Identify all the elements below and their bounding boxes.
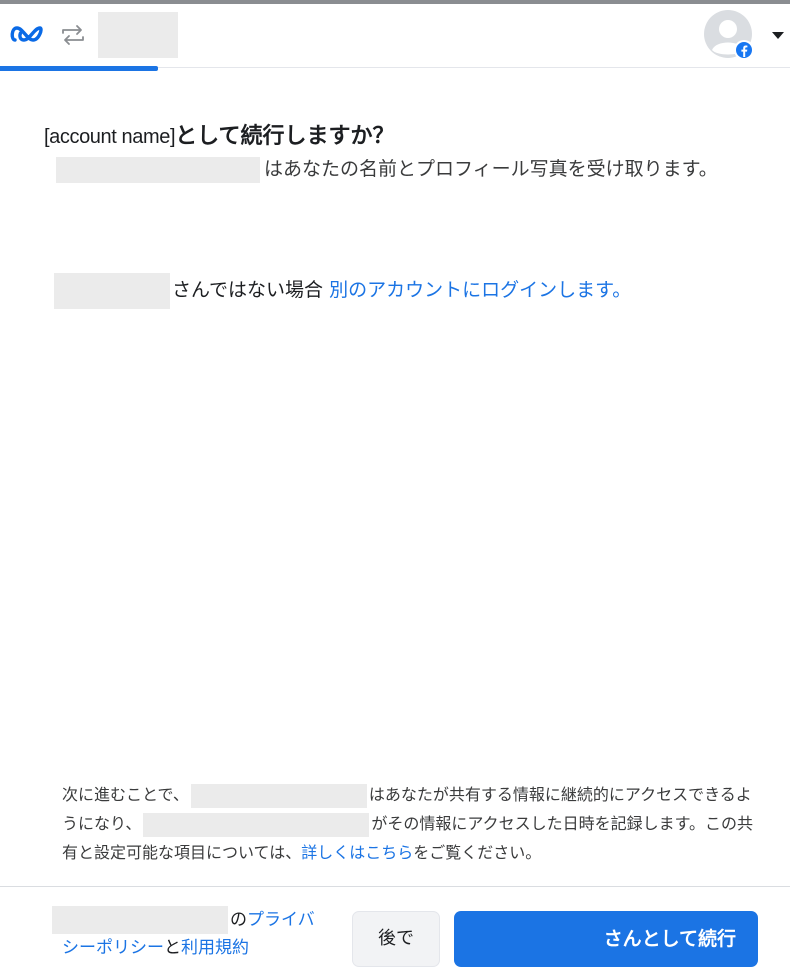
permission-description: はあなたの名前とプロフィール写真を受け取ります。	[56, 154, 746, 184]
default-avatar-icon	[704, 10, 754, 60]
page-title: [account name]として続行しますか？	[44, 120, 395, 154]
privacy-policy-link[interactable]: プライバ	[247, 910, 315, 930]
permission-text: はあなたの名前とプロフィール写真を受け取ります。	[264, 158, 718, 180]
app-name-placeholder	[190, 783, 367, 808]
terms-link[interactable]: 利用規約	[181, 938, 249, 958]
policy-links: のプライバ	[52, 906, 342, 934]
progress-bar	[0, 66, 158, 71]
data-access-notice: 次に進むことで、 はあなたが共有する情報に継続的にアクセスできるようになり、 がその…	[62, 780, 762, 867]
caret-down-icon	[772, 32, 784, 39]
not-you-text: さんではない場合	[172, 279, 330, 301]
privacy-policy-link-cont[interactable]: シーポリシー	[62, 938, 164, 958]
policy-links-line2: シーポリシーと利用規約	[52, 934, 352, 962]
app-name-placeholder	[98, 12, 178, 58]
not-you-line: さんではない場合 別のアカウントにログインします。	[54, 268, 631, 312]
user-name-placeholder	[54, 272, 170, 309]
account-name: [account name]	[44, 126, 176, 148]
title-text: として続行しますか？	[175, 124, 395, 149]
continue-as-button[interactable]: さんとして続行	[454, 911, 758, 967]
facebook-badge-icon	[734, 40, 754, 60]
footer-divider	[0, 886, 790, 887]
and-text: と	[164, 938, 181, 958]
later-button[interactable]: 後で	[352, 911, 440, 967]
switch-arrows-icon	[62, 25, 84, 45]
app-name-placeholder	[52, 906, 228, 934]
header	[0, 4, 790, 68]
account-menu-button[interactable]	[704, 8, 784, 64]
notice-text-4: をご覧ください。	[413, 843, 542, 862]
switch-account-link[interactable]: 別のアカウントにログインします。	[329, 279, 631, 301]
meta-logo-icon	[10, 26, 43, 42]
notice-text-1: 次に進むことで、	[62, 785, 189, 804]
policy-of-text: の	[230, 910, 247, 930]
learn-more-link[interactable]: 詳しくはこちら	[301, 843, 413, 862]
continue-button-label: さんとして続行	[603, 928, 736, 950]
app-name-placeholder	[56, 156, 260, 183]
app-name-placeholder	[143, 812, 370, 837]
